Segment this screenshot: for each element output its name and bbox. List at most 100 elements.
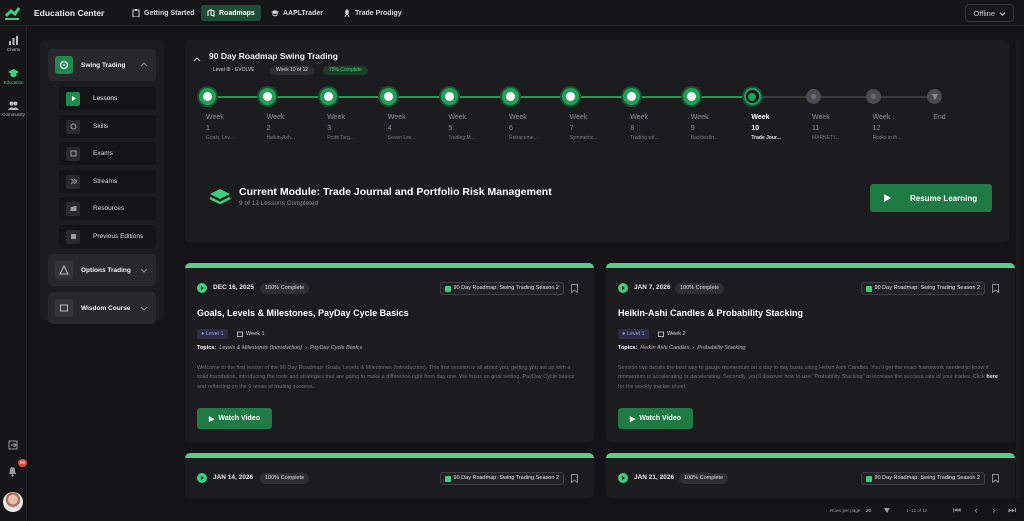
- nav-tab-label: Roadmaps: [219, 9, 255, 17]
- prev-page-icon[interactable]: ‹: [972, 505, 980, 515]
- topics-label: Topics:: [618, 345, 638, 351]
- options-icon: [55, 261, 73, 279]
- week-label[interactable]: Week 4 Seven Lev...: [388, 112, 436, 142]
- week-badge: Week 1: [237, 329, 265, 339]
- sidebar-item-exams[interactable]: Exams: [59, 142, 156, 165]
- sidebar-item-resources[interactable]: Resources: [59, 197, 156, 220]
- avatar[interactable]: [3, 492, 23, 512]
- week-node[interactable]: [501, 88, 519, 105]
- nav-tab-getting-started[interactable]: Getting Started: [126, 5, 201, 21]
- week-node[interactable]: [259, 88, 277, 105]
- week-label[interactable]: Week 11 MARKET I...: [812, 112, 860, 142]
- progress-fill: [207, 96, 753, 98]
- rail-item-education[interactable]: Education: [0, 68, 27, 85]
- week-label[interactable]: Week 9 Backtestin...: [691, 112, 739, 142]
- offline-status-button[interactable]: Offline: [965, 4, 1014, 22]
- week-node[interactable]: [380, 88, 398, 105]
- topic-item[interactable]: PayDay Cycle Basics: [310, 345, 362, 351]
- week-node[interactable]: [743, 88, 761, 105]
- topic-item[interactable]: Heikin Ashi Candles: [640, 345, 689, 351]
- logout-icon[interactable]: [8, 440, 18, 450]
- last-page-icon[interactable]: ⏭: [1008, 505, 1016, 515]
- course-tag[interactable]: 90 Day Roadmap: Swing Trading Season 2: [439, 472, 564, 485]
- nav-tab-trade-prodigy[interactable]: Trade Prodigy: [337, 5, 408, 21]
- week-node[interactable]: [866, 89, 882, 104]
- course-tag[interactable]: 90 Day Roadmap: Swing Trading Season 2: [439, 282, 564, 295]
- course-tag-label: 90 Day Roadmap: Swing Trading Season 2: [453, 475, 559, 481]
- week-label[interactable]: Week 10 Trade Jour...: [751, 112, 799, 142]
- week-label[interactable]: Week 2 Heikin-Ash...: [267, 112, 315, 142]
- course-tag[interactable]: 90 Day Roadmap: Swing Trading Season 2: [860, 472, 985, 485]
- sidebar-item-lessons[interactable]: Lessons: [59, 87, 156, 110]
- course-tag-label: 90 Day Roadmap: Swing Trading Season 2: [874, 475, 980, 481]
- week-node[interactable]: [440, 88, 458, 105]
- sidebar-group-label: Options Trading: [81, 266, 131, 274]
- sidebar-item-streams[interactable]: Streams: [59, 170, 156, 193]
- week-node[interactable]: [562, 88, 580, 105]
- app-logo-icon[interactable]: [4, 5, 20, 21]
- rows-per-page-select[interactable]: 20: [866, 508, 871, 513]
- sidebar-item-previous-editions[interactable]: Previous Editions: [59, 225, 156, 248]
- end-trophy-icon[interactable]: [927, 89, 943, 104]
- first-page-icon[interactable]: ⏮: [953, 505, 961, 515]
- week-node[interactable]: [683, 88, 701, 105]
- week-node[interactable]: [319, 88, 337, 105]
- sidebar-item-label: Exams: [93, 150, 113, 157]
- topic-item[interactable]: Probability Stacking: [697, 345, 745, 351]
- week-label[interactable]: Week 7 Symmetric...: [570, 112, 618, 142]
- course-tag[interactable]: 90 Day Roadmap: Swing Trading Season 2: [860, 282, 985, 295]
- scrollbar[interactable]: [1016, 40, 1020, 498]
- chevron-down-icon[interactable]: [884, 508, 890, 513]
- bookmark-icon[interactable]: [571, 284, 578, 293]
- week-number: 6: [509, 125, 513, 132]
- rail-item-charts[interactable]: Charts: [0, 35, 27, 52]
- week-word: Week: [266, 114, 285, 121]
- week-label[interactable]: Week 1 Goals, Lev...: [206, 112, 254, 142]
- week-number: 9: [690, 125, 695, 132]
- play-icon: [66, 91, 80, 106]
- nav-tab-roadmaps[interactable]: Roadmaps: [201, 5, 261, 21]
- week-label[interactable]: Week 5 Trading M...: [448, 112, 496, 142]
- play-circle-icon[interactable]: [618, 473, 628, 483]
- tracker-sheet-link[interactable]: here: [986, 374, 998, 380]
- play-circle-icon[interactable]: [197, 283, 207, 293]
- bookmark-icon[interactable]: [571, 474, 578, 483]
- lesson-card: JAN 14, 2026 100% Complete 90 Day Roadma…: [185, 453, 594, 498]
- graduation-cap-icon: [8, 69, 19, 77]
- collapse-chevron-icon[interactable]: [193, 56, 201, 64]
- lesson-title: Goals, Levels & Milestones, PayDay Cycle…: [197, 308, 409, 318]
- week-node[interactable]: [622, 88, 640, 105]
- week-number: 4: [387, 125, 392, 132]
- watch-video-button[interactable]: ▶ Watch Video: [618, 408, 693, 429]
- sidebar-item-skills[interactable]: Skills: [59, 115, 156, 138]
- week-topic: Trading M...: [448, 135, 475, 141]
- week-topic: Retraceme...: [509, 135, 538, 141]
- sidebar-group-label: Swing Trading: [81, 61, 126, 69]
- bookmark-icon[interactable]: [992, 284, 999, 293]
- sidebar-group-options-trading[interactable]: Options Trading: [48, 254, 156, 286]
- bookmark-icon[interactable]: [992, 474, 999, 483]
- card-accent-bar: [185, 453, 594, 458]
- sidebar-group-swing-trading[interactable]: Swing Trading: [48, 49, 156, 81]
- description-text: Session two details the best way to gaug…: [618, 365, 989, 381]
- play-circle-icon[interactable]: [618, 283, 628, 293]
- topic-item[interactable]: Levels & Milestones (Introduction): [219, 345, 302, 351]
- nav-tab-aapltrader[interactable]: AAPLTrader: [265, 5, 329, 21]
- archive-icon: [66, 229, 80, 244]
- week-label[interactable]: Week 12 Rocks in th...: [873, 112, 921, 142]
- bell-icon[interactable]: [7, 466, 18, 477]
- week-word: Week: [812, 114, 830, 121]
- next-page-icon[interactable]: ›: [990, 505, 998, 515]
- sidebar-group-wisdom-course[interactable]: Wisdom Course: [48, 292, 156, 324]
- week-label[interactable]: Week 3 Profit Targ...: [327, 112, 375, 142]
- rail-item-community[interactable]: Community: [0, 100, 27, 117]
- week-node[interactable]: [805, 89, 821, 104]
- week-label[interactable]: Week 6 Retraceme...: [509, 112, 557, 142]
- play-circle-icon[interactable]: [197, 473, 207, 483]
- watch-video-button[interactable]: ▶ Watch Video: [197, 408, 272, 429]
- week-node[interactable]: [198, 88, 216, 105]
- resume-learning-button[interactable]: Resume Learning: [870, 184, 992, 212]
- week-label[interactable]: End: [933, 112, 981, 123]
- week-label[interactable]: Week 8 Trading wit...: [630, 112, 678, 142]
- complete-pill: 100% Complete: [260, 473, 310, 484]
